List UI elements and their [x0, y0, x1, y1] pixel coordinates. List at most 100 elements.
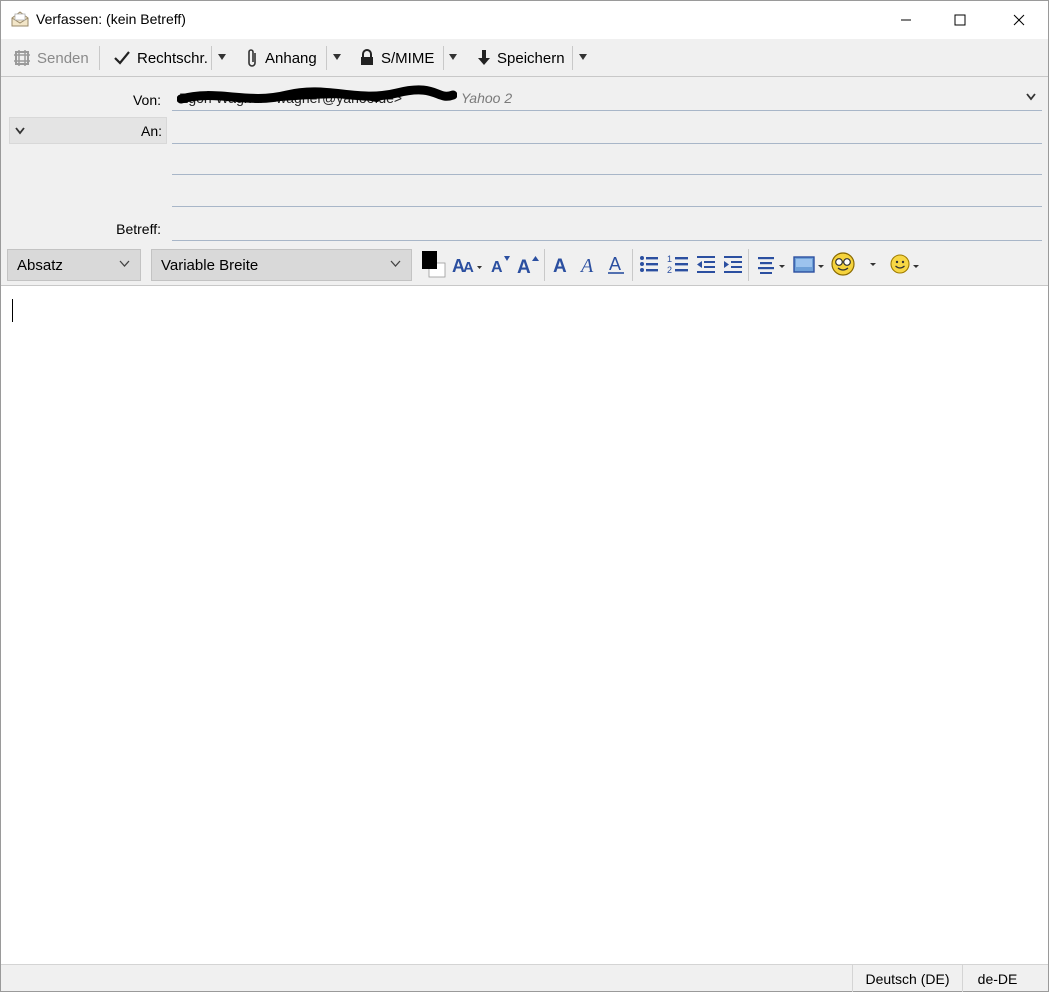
font-size-menu-button[interactable]: A A: [451, 250, 483, 278]
smiley-menu-button[interactable]: [829, 250, 881, 278]
font-family-value: Variable Breite: [161, 256, 259, 274]
italic-icon: A: [579, 255, 594, 275]
compose-app-icon: [10, 10, 30, 28]
align-center-icon: [758, 257, 785, 274]
font-larger-icon: A: [517, 256, 539, 275]
close-icon: [1013, 14, 1025, 26]
maximize-button[interactable]: [937, 1, 983, 39]
font-family-select[interactable]: Variable Breite: [151, 249, 412, 281]
svg-text:A: A: [579, 255, 594, 275]
status-bar: Deutsch (DE) de-DE: [1, 964, 1048, 992]
spellcheck-language-status[interactable]: Deutsch (DE): [852, 965, 962, 992]
redaction-scribble: [177, 85, 457, 104]
save-button[interactable]: Speichern: [477, 45, 565, 71]
bullet-list-button[interactable]: [638, 250, 660, 278]
to-input[interactable]: [172, 117, 1042, 143]
compose-toolbar: Senden Rechtschr. Anhang S/MIME Speicher…: [1, 39, 1048, 77]
spellcheck-dropdown-icon[interactable]: [217, 53, 227, 61]
numbered-list-icon: 1 2: [667, 254, 688, 275]
italic-button[interactable]: A: [577, 250, 599, 278]
svg-text:A: A: [463, 259, 474, 275]
minimize-button[interactable]: [883, 1, 929, 39]
text-color-button[interactable]: [420, 250, 446, 278]
svg-text:A: A: [553, 256, 567, 275]
svg-text:A: A: [517, 257, 531, 275]
format-separator: [632, 249, 633, 281]
lock-icon: [361, 49, 373, 65]
title-bar: Verfassen: (kein Betreff): [1, 1, 1048, 39]
attach-dropdown-icon[interactable]: [332, 53, 342, 61]
from-label: Von:: [132, 92, 161, 108]
numbered-list-button[interactable]: 1 2: [666, 250, 690, 278]
bold-icon: A: [553, 256, 567, 275]
text-color-icon: [422, 251, 446, 278]
chevron-down-icon: [15, 127, 25, 135]
indent-icon: [724, 256, 742, 273]
bullet-list-icon: [640, 256, 658, 272]
save-dropdown-icon[interactable]: [578, 53, 588, 61]
subject-underline: [172, 240, 1042, 241]
minimize-icon: [901, 19, 911, 21]
toolbar-separator: [211, 46, 212, 70]
smime-button[interactable]: S/MIME: [359, 45, 434, 71]
subject-input[interactable]: [172, 214, 1042, 240]
from-underline: [172, 110, 1042, 111]
align-menu-button[interactable]: [755, 250, 789, 278]
from-field[interactable]: Egon Wagner <wagner@yahoo.de> Yahoo 2: [172, 83, 1042, 111]
send-label: Senden: [37, 49, 89, 67]
locale-label: de-DE: [977, 970, 1018, 987]
chevron-down-icon: [390, 260, 401, 267]
language-label: Deutsch (DE): [865, 970, 950, 987]
format-separator: [748, 249, 749, 281]
close-button[interactable]: [996, 1, 1042, 39]
increase-font-size-button[interactable]: A: [516, 250, 540, 278]
emoji-menu-button[interactable]: [889, 250, 923, 278]
to-underline-2: [172, 174, 1042, 175]
download-arrow-icon: [478, 50, 490, 65]
send-icon: [14, 50, 30, 66]
svg-text:A: A: [491, 259, 503, 275]
to-underline-3: [172, 206, 1042, 207]
to-underline: [172, 143, 1042, 144]
paperclip-icon: [248, 49, 256, 67]
svg-text:1: 1: [667, 254, 672, 264]
recipient-type-toggle[interactable]: An:: [9, 117, 167, 144]
attach-button[interactable]: Anhang: [245, 45, 317, 71]
maximize-icon: [954, 14, 966, 26]
font-smaller-icon: A: [491, 256, 510, 275]
toolbar-separator: [99, 46, 100, 70]
save-label: Speichern: [497, 49, 565, 67]
insert-menu-button[interactable]: [792, 250, 828, 278]
underline-button[interactable]: A: [605, 250, 627, 278]
window-title: Verfassen: (kein Betreff): [36, 11, 186, 27]
outdent-icon: [697, 256, 715, 273]
from-account: Yahoo 2: [461, 90, 513, 106]
svg-text:2: 2: [667, 265, 672, 275]
indent-button[interactable]: [722, 250, 744, 278]
to-input-2[interactable]: [172, 148, 1042, 174]
underline-icon: A: [608, 254, 624, 274]
format-separator: [544, 249, 545, 281]
spellcheck-label: Rechtschr.: [137, 49, 208, 67]
bold-button[interactable]: A: [550, 250, 572, 278]
svg-text:A: A: [609, 254, 621, 274]
chevron-down-icon: [1026, 93, 1036, 101]
message-body-editor[interactable]: [1, 285, 1048, 964]
smime-dropdown-icon[interactable]: [448, 53, 458, 61]
to-input-3[interactable]: [172, 180, 1042, 206]
send-button[interactable]: Senden: [13, 45, 89, 71]
smiley-icon: [890, 254, 919, 274]
nerd-smiley-icon: [831, 252, 876, 276]
chevron-down-icon: [119, 260, 130, 267]
text-caret: [12, 299, 13, 322]
attach-label: Anhang: [265, 49, 317, 67]
spellcheck-button[interactable]: Rechtschr.: [113, 45, 208, 71]
toolbar-separator: [443, 46, 444, 70]
paragraph-format-select[interactable]: Absatz: [7, 249, 141, 281]
checkmark-icon: [114, 51, 130, 65]
locale-status[interactable]: de-DE: [962, 965, 1032, 992]
smime-label: S/MIME: [381, 49, 435, 67]
outdent-button[interactable]: [695, 250, 717, 278]
toolbar-separator: [572, 46, 573, 70]
decrease-font-size-button[interactable]: A: [489, 250, 511, 278]
